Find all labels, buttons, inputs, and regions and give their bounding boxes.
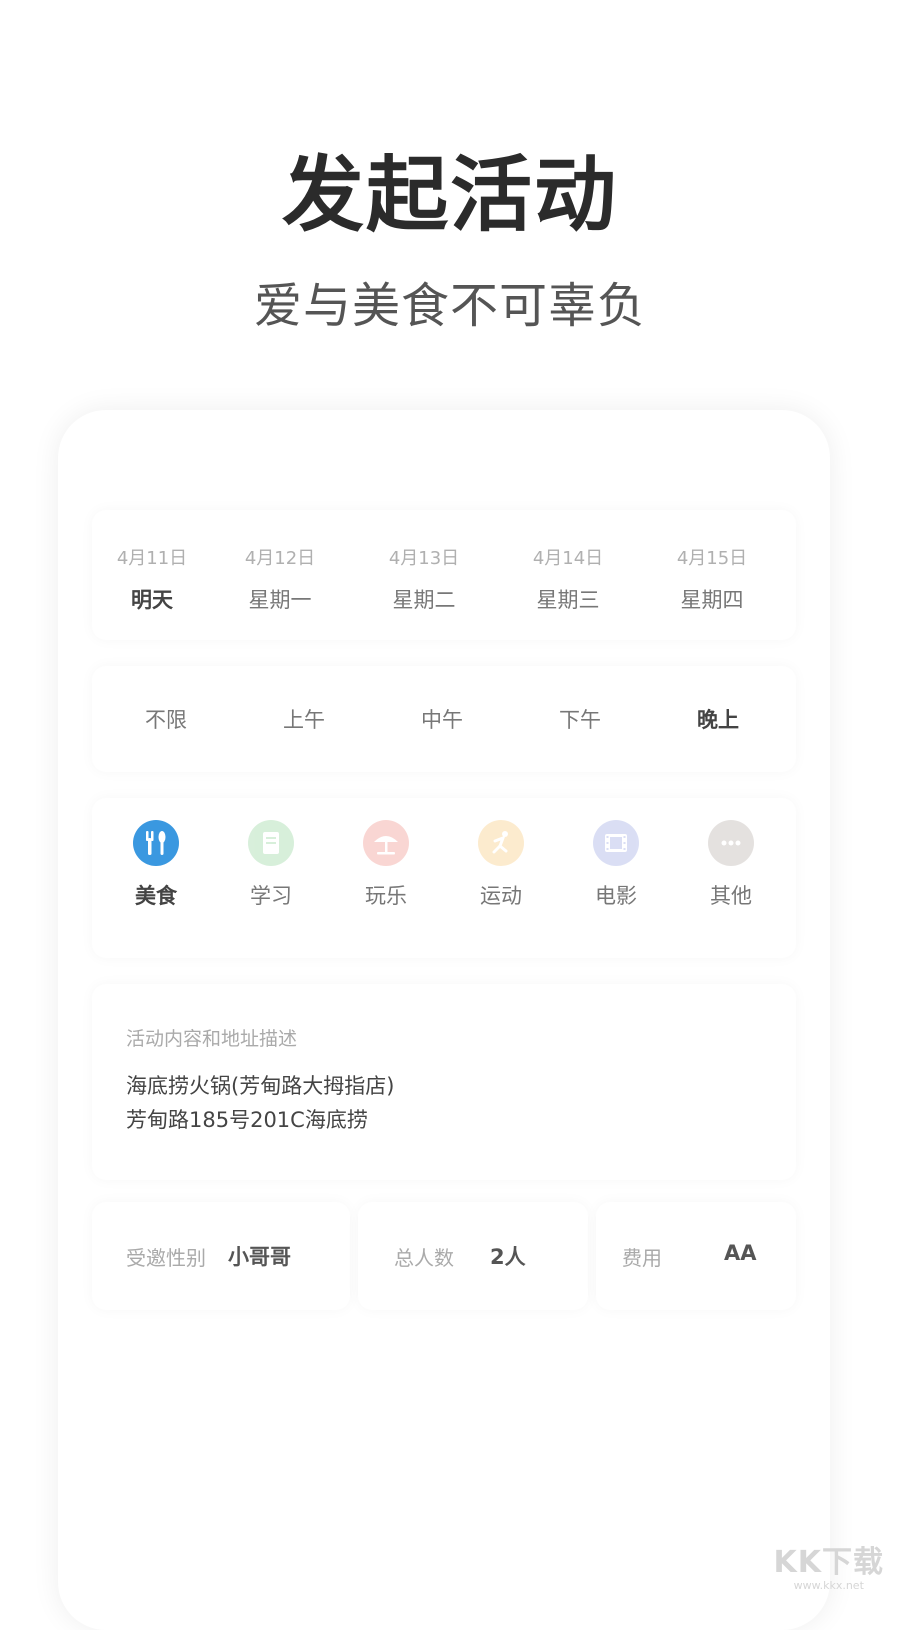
category-fun[interactable]: 玩乐 — [336, 820, 436, 910]
weekday-label: 星期二 — [392, 588, 456, 612]
category-study[interactable]: 学习 — [221, 820, 321, 910]
utensils-icon — [133, 820, 179, 866]
category-sport[interactable]: 运动 — [451, 820, 551, 910]
fee-selector[interactable]: 费用 AA — [596, 1202, 796, 1310]
description-line: 海底捞火锅(芳甸路大拇指店) — [126, 1074, 395, 1098]
page-title: 发起活动 — [281, 148, 618, 243]
category-label: 学习 — [250, 884, 292, 908]
weekday-label: 星期一 — [248, 588, 312, 612]
weekday-label: 星期四 — [680, 588, 744, 612]
gender-value: 小哥哥 — [228, 1245, 291, 1269]
gender-selector[interactable]: 受邀性别 小哥哥 — [92, 1202, 350, 1310]
time-option[interactable]: 不限 — [116, 704, 216, 734]
category-label: 美食 — [135, 884, 177, 908]
watermark: KK下载 www.kkx.net — [774, 1537, 885, 1592]
date-selector: 4月11日 明天 4月12日 星期一 4月13日 星期二 4月14日 星期三 4… — [92, 510, 796, 640]
category-label: 运动 — [480, 884, 522, 908]
time-option[interactable]: 上午 — [254, 704, 354, 734]
people-count-value: 2人 — [490, 1245, 526, 1269]
film-icon — [593, 820, 639, 866]
umbrella-icon — [363, 820, 409, 866]
date-label: 4月15日 — [676, 548, 748, 569]
category-movie[interactable]: 电影 — [566, 820, 666, 910]
category-food[interactable]: 美食 — [106, 820, 206, 910]
date-label: 4月11日 — [116, 548, 188, 569]
weekday-label: 星期三 — [536, 588, 600, 612]
activity-card: 4月11日 明天 4月12日 星期一 4月13日 星期二 4月14日 星期三 4… — [58, 410, 830, 1630]
date-option[interactable]: 4月12日 星期一 — [230, 544, 330, 614]
category-label: 玩乐 — [365, 884, 407, 908]
description-line: 芳甸路185号201C海底捞 — [126, 1108, 368, 1132]
date-option[interactable]: 4月15日 星期四 — [662, 544, 762, 614]
category-other[interactable]: 其他 — [681, 820, 781, 910]
time-selector: 不限 上午 中午 下午 晚上 — [92, 666, 796, 772]
date-label: 4月14日 — [532, 548, 604, 569]
date-option[interactable]: 4月14日 星期三 — [518, 544, 618, 614]
date-option[interactable]: 4月13日 星期二 — [374, 544, 474, 614]
weekday-label: 明天 — [131, 588, 173, 612]
time-option[interactable]: 下午 — [530, 704, 630, 734]
date-label: 4月12日 — [244, 548, 316, 569]
page-subtitle: 爱与美食不可辜负 — [253, 278, 646, 334]
category-selector: 美食 学习 玩乐 运动 电影 其他 — [92, 798, 796, 958]
time-option[interactable]: 晚上 — [668, 704, 768, 734]
people-count-selector[interactable]: 总人数 2人 — [358, 1202, 588, 1310]
gender-label: 受邀性别 — [126, 1246, 206, 1270]
fee-value: AA — [724, 1241, 757, 1265]
category-label: 其他 — [710, 884, 752, 908]
description-placeholder: 活动内容和地址描述 — [126, 1028, 298, 1050]
people-count-label: 总人数 — [394, 1246, 454, 1270]
runner-icon — [478, 820, 524, 866]
date-label: 4月13日 — [388, 548, 460, 569]
book-icon — [248, 820, 294, 866]
fee-label: 费用 — [622, 1246, 662, 1270]
more-icon — [708, 820, 754, 866]
date-option[interactable]: 4月11日 明天 — [102, 544, 202, 614]
description-field[interactable]: 活动内容和地址描述 海底捞火锅(芳甸路大拇指店) 芳甸路185号201C海底捞 — [92, 984, 796, 1180]
time-option[interactable]: 中午 — [392, 704, 492, 734]
category-label: 电影 — [595, 884, 637, 908]
watermark-logo: KK下载 — [773, 1545, 884, 1580]
